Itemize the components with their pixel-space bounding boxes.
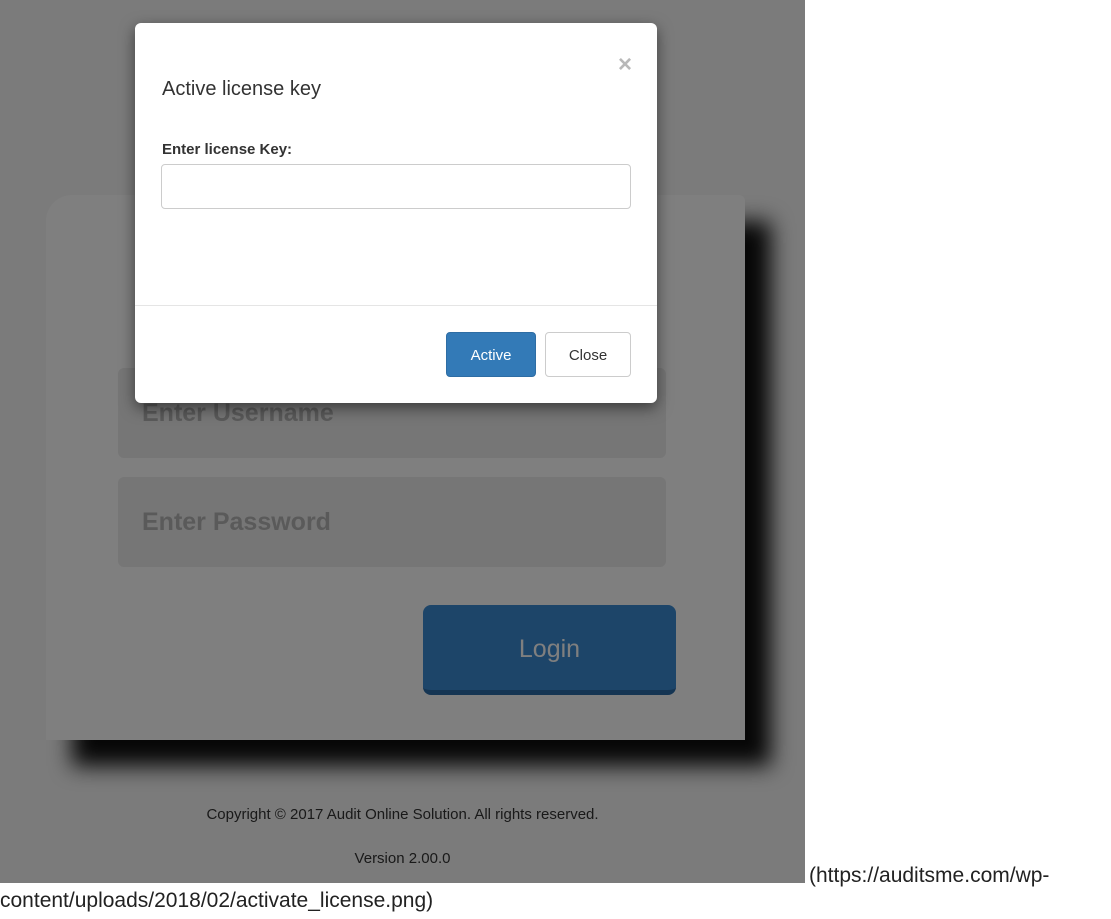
active-button[interactable]: Active: [446, 332, 536, 377]
caption-url-part1: (https://auditsme.com/wp-: [809, 864, 1050, 887]
modal-footer-divider: [135, 305, 657, 306]
license-key-input[interactable]: [161, 164, 631, 209]
screenshot: Enter Username Enter Password Login Copy…: [0, 0, 805, 883]
license-key-label: Enter license Key:: [162, 141, 293, 158]
close-button[interactable]: Close: [545, 332, 631, 377]
modal-title: Active license key: [162, 78, 321, 100]
license-modal: Active license key × Enter license Key: …: [135, 23, 657, 403]
close-icon[interactable]: ×: [618, 53, 632, 77]
caption-url-part2: content/uploads/2018/02/activate_license…: [0, 889, 434, 912]
